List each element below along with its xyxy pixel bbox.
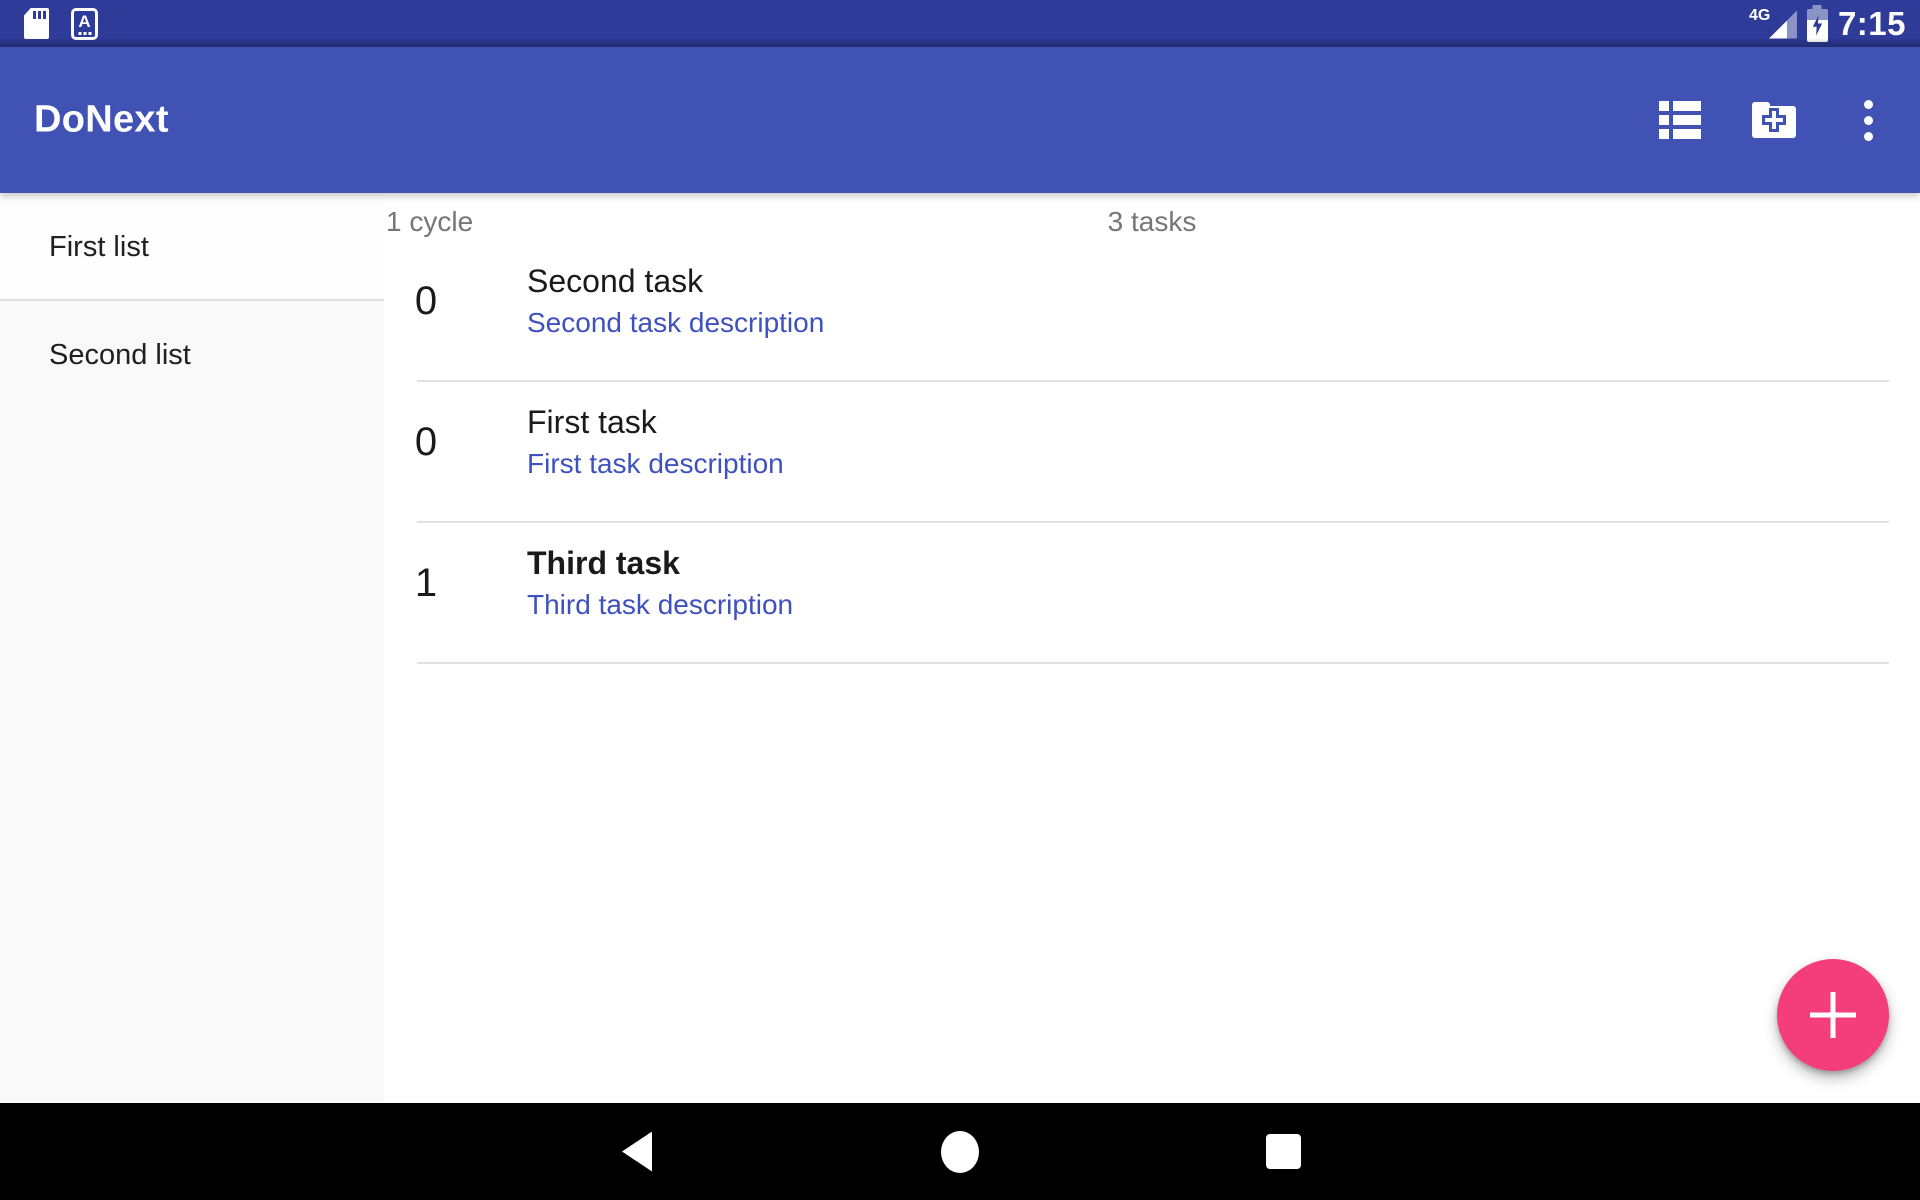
status-bar-system: 4G 7:15 <box>1749 0 1906 47</box>
sidebar-item-label: First list <box>49 231 149 264</box>
more-options-icon <box>1864 100 1873 141</box>
task-count-label: 3 tasks <box>1108 206 1197 238</box>
task-description: Second task description <box>527 307 824 339</box>
overflow-menu-button[interactable] <box>1844 96 1892 144</box>
app-bar: DoNext <box>0 47 1920 193</box>
task-description: First task description <box>527 448 784 480</box>
android-nav-bar <box>0 1103 1920 1200</box>
keyboard-dots <box>78 32 91 35</box>
task-title: Second task <box>527 263 703 300</box>
task-cycle-count: 1 <box>402 561 450 606</box>
sidebar-item-label: Second list <box>49 339 191 372</box>
nav-recents-button[interactable] <box>1223 1103 1343 1200</box>
create-new-folder-icon <box>1752 102 1796 138</box>
task-row[interactable]: 0 Second task Second task description <box>384 241 1920 382</box>
signal-triangle-icon <box>1769 11 1797 39</box>
task-title: Third task <box>527 545 680 582</box>
clock: 7:15 <box>1838 5 1906 43</box>
new-folder-button[interactable] <box>1750 96 1798 144</box>
battery-charging-icon <box>1807 5 1828 43</box>
home-icon <box>941 1131 979 1173</box>
network-type-label: 4G <box>1749 7 1770 25</box>
add-task-fab[interactable] <box>1777 959 1889 1071</box>
cycle-count-label: 1 cycle <box>386 206 473 238</box>
lists-sidebar: First list Second list <box>0 193 384 1103</box>
sidebar-item-first-list[interactable]: First list <box>0 193 384 301</box>
plus-icon <box>1831 992 1836 1038</box>
task-description: Third task description <box>527 589 793 621</box>
nav-home-button[interactable] <box>900 1103 1020 1200</box>
task-list: 0 Second task Second task description 0 … <box>384 241 1920 664</box>
keyboard-a-letter: A <box>78 12 90 31</box>
task-list-header: 1 cycle 3 tasks <box>384 193 1920 241</box>
sd-card-icon <box>24 8 49 39</box>
task-title: First task <box>527 404 657 441</box>
view-list-button[interactable] <box>1656 96 1704 144</box>
task-row[interactable]: 1 Third task Third task description <box>384 523 1920 664</box>
task-list-panel: 1 cycle 3 tasks 0 Second task Second tas… <box>384 193 1920 1103</box>
back-icon <box>622 1132 652 1172</box>
keyboard-a-icon: A <box>71 8 98 40</box>
donext-app-screen: A 4G 7:15 DoNext <box>0 0 1920 1200</box>
nav-back-button[interactable] <box>577 1103 697 1200</box>
view-list-icon <box>1659 101 1701 139</box>
cell-signal-icon: 4G <box>1749 7 1797 41</box>
app-title: DoNext <box>34 99 169 142</box>
app-bar-actions <box>1656 96 1892 144</box>
recents-icon <box>1266 1134 1301 1169</box>
task-cycle-count: 0 <box>402 279 450 324</box>
status-bar: A 4G 7:15 <box>0 0 1920 47</box>
sidebar-item-second-list[interactable]: Second list <box>0 301 384 409</box>
status-bar-notifications: A <box>24 8 98 40</box>
task-cycle-count: 0 <box>402 420 450 465</box>
task-row[interactable]: 0 First task First task description <box>384 382 1920 523</box>
